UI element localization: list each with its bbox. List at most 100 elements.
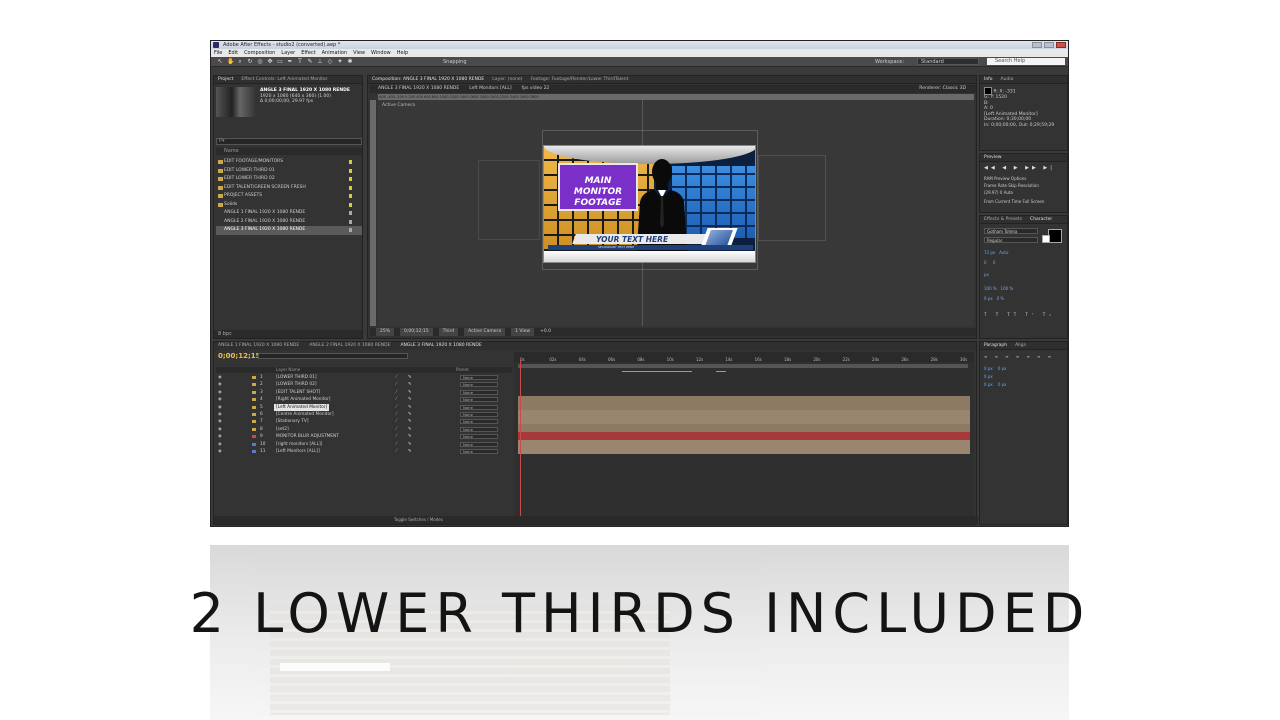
tab-project[interactable]: Project xyxy=(218,76,233,83)
layer-switch-icon[interactable]: ⁄ xyxy=(396,426,397,433)
layer-label-color[interactable] xyxy=(252,442,256,446)
parent-select[interactable]: None xyxy=(460,389,498,395)
project-item[interactable]: Solids xyxy=(216,201,362,210)
layer-row[interactable]: ◉ 11 [Left Monitors [ALL]] ⁄ ✎ None xyxy=(216,448,512,455)
tracking-value[interactable]: 0 xyxy=(993,260,996,265)
frame-rate-select[interactable]: (29.97) xyxy=(984,190,999,195)
layer-switch-icon[interactable]: ⁄ xyxy=(396,404,397,411)
menu-animation[interactable]: Animation xyxy=(322,49,348,57)
project-column-header[interactable]: Name xyxy=(216,148,362,155)
layer-label-color[interactable] xyxy=(252,398,256,402)
paragraph-align-buttons[interactable]: ≡ ≡ ≡ ≡ ≡ ≡ ≡ xyxy=(984,354,1054,359)
visibility-eye-icon[interactable]: ◉ xyxy=(218,374,222,381)
baseline-shift-value[interactable]: 0 px xyxy=(984,296,993,301)
skip-value[interactable]: 0 xyxy=(1000,190,1003,195)
tab-info[interactable]: Info xyxy=(984,76,993,83)
space-after-value[interactable]: 0 px xyxy=(998,382,1007,387)
layer-label-color[interactable] xyxy=(252,435,256,439)
roto-tool-icon[interactable]: ✦ xyxy=(337,58,343,65)
tab-layer[interactable]: Layer: (none) xyxy=(492,76,522,83)
layer-switch-icon[interactable]: ⁄ xyxy=(396,418,397,425)
effect-pencil-icon[interactable]: ✎ xyxy=(408,426,412,433)
layer-row[interactable]: ◉ 8 [set2] ⁄ ✎ None xyxy=(216,426,512,433)
selection-tool-icon[interactable]: ↖ xyxy=(217,58,223,65)
layer-label-color[interactable] xyxy=(252,383,256,387)
parent-select[interactable]: None xyxy=(460,448,498,454)
tab-composition[interactable]: Composition: ANGLE 3 FINAL 1920 X 1080 R… xyxy=(372,76,484,83)
layer-label-color[interactable] xyxy=(252,405,256,409)
layer-switch-icon[interactable]: ⁄ xyxy=(396,389,397,396)
rotate-tool-icon[interactable]: ↻ xyxy=(247,58,253,65)
visibility-eye-icon[interactable]: ◉ xyxy=(218,433,222,440)
layer-row[interactable]: ◉ 10 [right monitors [ALL]] ⁄ ✎ None xyxy=(216,441,512,448)
rectangle-tool-icon[interactable]: ▭ xyxy=(277,58,283,65)
layer-row[interactable]: ◉ 6 [Centre Animated Monitor] ⁄ ✎ None xyxy=(216,411,512,418)
bpc-label[interactable]: 8 bpc xyxy=(218,331,232,337)
layer-switch-icon[interactable]: ⁄ xyxy=(396,396,397,403)
label-color-swatch[interactable] xyxy=(349,219,352,224)
maximize-button[interactable] xyxy=(1044,42,1054,48)
zoom-tool-icon[interactable]: ⌕ xyxy=(237,58,243,65)
label-color-swatch[interactable] xyxy=(349,168,352,173)
composition-viewport[interactable]: Active Camera MAIN MONITOR FOOTAGE YOUR … xyxy=(378,100,974,326)
track-bar-monitors[interactable] xyxy=(518,410,970,424)
label-color-swatch[interactable] xyxy=(349,185,352,190)
menu-window[interactable]: Window xyxy=(371,49,391,57)
parent-select[interactable]: None xyxy=(460,426,498,432)
layer-label-color[interactable] xyxy=(252,420,256,424)
project-search-input[interactable]: P▾ xyxy=(216,138,362,145)
layer-name[interactable]: [right monitors [ALL]] xyxy=(274,441,324,448)
tab-effects-presets[interactable]: Effects & Presets xyxy=(984,216,1022,223)
pen-tool-icon[interactable]: ✒ xyxy=(287,58,293,65)
layer-row[interactable]: ◉ 7 [Stationary TV] ⁄ ✎ None xyxy=(216,418,512,425)
font-size-value[interactable]: 72 px xyxy=(984,250,995,255)
effect-pencil-icon[interactable]: ✎ xyxy=(408,411,412,418)
layer-switch-icon[interactable]: ⁄ xyxy=(396,433,397,440)
timeline-tracks[interactable]: 0s 02s 04s 06s 08s 10s 12s 14s 16s 18s 20s 22s 24s 26… xyxy=(514,352,974,522)
resolution-select[interactable]: Third xyxy=(438,328,459,336)
playback-controls[interactable]: ◀◀ ◀ ▶ ▶▶ ▶| xyxy=(984,165,1055,171)
col-layer-name[interactable]: Layer Name xyxy=(276,367,300,373)
effect-pencil-icon[interactable]: ✎ xyxy=(408,381,412,388)
visibility-eye-icon[interactable]: ◉ xyxy=(218,411,222,418)
layer-row[interactable]: ◉ 1 [LOWER THIRD 01] ⁄ ✎ None xyxy=(216,374,512,381)
project-item[interactable]: EDIT LOWER THIRD 02 xyxy=(216,175,362,184)
layer-row[interactable]: ◉ 3 [EDIT TALENT SHOT] ⁄ ✎ None xyxy=(216,389,512,396)
layer-row[interactable]: ◉ 5 [Left Animated Monitor] ⁄ ✎ None xyxy=(216,403,512,411)
clone-tool-icon[interactable]: ⊥ xyxy=(317,58,323,65)
menu-layer[interactable]: Layer xyxy=(281,49,295,57)
layer-label-color[interactable] xyxy=(252,427,256,431)
tab-footage[interactable]: Footage: Footage/Render/Lower ThirdTalen… xyxy=(530,76,628,83)
layer-label-color[interactable] xyxy=(252,376,256,379)
tab-audio[interactable]: Audio xyxy=(1001,76,1014,83)
effect-pencil-icon[interactable]: ✎ xyxy=(408,448,412,455)
exposure-value[interactable]: +0.0 xyxy=(540,328,551,336)
menu-edit[interactable]: Edit xyxy=(228,49,238,57)
composition-frame[interactable]: MAIN MONITOR FOOTAGE YOUR TEXT HERE SECO… xyxy=(543,145,756,263)
layer-name[interactable]: [Right Animated Monitor] xyxy=(274,396,332,403)
fill-color-swatch[interactable] xyxy=(1048,229,1062,243)
toggle-switches-modes-button[interactable]: Toggle Switches / Modes xyxy=(394,516,443,524)
subtab-angle3[interactable]: ANGLE 3 FINAL 1920 X 1080 RENDE xyxy=(378,85,459,93)
parent-select[interactable]: None xyxy=(460,419,498,425)
visibility-eye-icon[interactable]: ◉ xyxy=(218,441,222,448)
menu-view[interactable]: View xyxy=(353,49,365,57)
parent-select[interactable]: None xyxy=(460,411,498,417)
visibility-eye-icon[interactable]: ◉ xyxy=(218,418,222,425)
renderer-value[interactable]: Classic 3D xyxy=(943,86,966,91)
project-item[interactable]: EDIT TALENT/GREEN SCREEN FRESH xyxy=(216,184,362,193)
layer-switch-icon[interactable]: ⁄ xyxy=(396,411,397,418)
effect-pencil-icon[interactable]: ✎ xyxy=(408,389,412,396)
current-time-display[interactable]: 0;00;12;15 xyxy=(400,328,433,336)
tsume-value[interactable]: 0 % xyxy=(997,296,1005,301)
kerning-value[interactable]: 0 xyxy=(984,260,987,265)
camera-select[interactable]: Active Camera xyxy=(464,328,506,336)
indent-left-value[interactable]: 0 px xyxy=(984,366,993,371)
camera-tool-icon[interactable]: ◎ xyxy=(257,58,263,65)
subtab-fps-video[interactable]: fps video 22 xyxy=(522,85,550,93)
label-color-swatch[interactable] xyxy=(349,177,352,181)
layer-name[interactable]: [Centre Animated Monitor] xyxy=(274,411,336,418)
layer-name[interactable]: MONITOR BLUR ADJUSTMENT xyxy=(274,433,341,440)
label-color-swatch[interactable] xyxy=(349,202,352,207)
space-before-value[interactable]: 0 px xyxy=(984,382,993,387)
